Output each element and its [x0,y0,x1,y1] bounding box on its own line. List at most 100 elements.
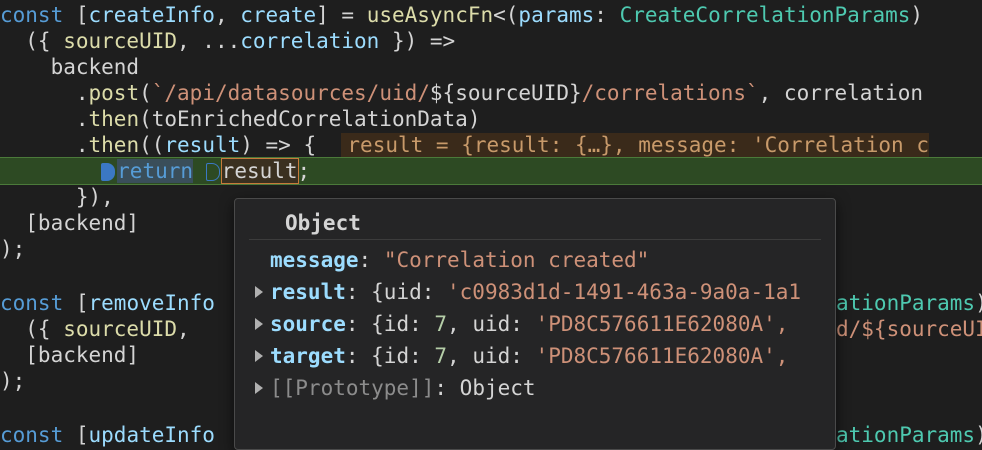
punctuation [193,159,206,183]
parameter: params [518,3,595,27]
punctuation: (( [139,133,165,157]
property-prefix: {uid: [371,280,448,304]
expand-arrow-icon[interactable] [255,286,263,298]
keyword: return [117,159,194,183]
string: /correlations` [581,81,759,105]
identifier: createInfo [88,3,215,27]
punctuation: ); [0,369,26,393]
code-line: ({ sourceUID, ...correlation }) => [0,28,982,54]
punctuation: ) => { [240,133,342,157]
keyword: const [0,291,64,315]
tooltip-row-source[interactable]: source: {id: 7, uid: 'PD8C576611E62080A'… [255,311,835,337]
punctuation: ) [975,291,982,315]
punctuation: , ... [177,29,241,53]
breakpoint-marker-icon[interactable] [101,163,116,181]
property-key: target [270,344,346,368]
property-mid: , uid: [447,312,536,336]
property-value: 'PD8C576611E62080A', [535,312,789,336]
tooltip-row-message: message: "Correlation created" [255,247,835,273]
punctuation: ) [975,423,982,447]
tooltip-row-target[interactable]: target: {id: 7, uid: 'PD8C576611E62080A'… [255,343,835,369]
code-line: backend [0,54,982,80]
punctuation: [ [63,423,89,447]
template-expression: ${sourceUID} [429,81,582,105]
punctuation: , [177,317,203,341]
property-value: Object [459,376,536,400]
inline-breakpoint-icon[interactable] [205,163,220,181]
code-tail: d/${sourceUI [836,317,982,341]
punctuation: ) [910,3,924,27]
expand-arrow-icon[interactable] [255,350,263,362]
type-name: CreateCorrelationParams [619,3,911,27]
punctuation [0,159,101,183]
punctuation: [ [63,3,89,27]
property-value: 'c0983d1d-1491-463a-9a0a-1a1 [447,280,802,304]
punctuation: ; [297,159,311,183]
punctuation: . [0,133,89,157]
punctuation: : [345,280,372,304]
identifier: updateInfo [88,423,215,447]
tooltip-row-result[interactable]: result: {uid: 'c0983d1d-1491-463a-9a0a-1… [255,279,835,305]
dependency-array: [backend] [0,211,140,235]
punctuation: ] = [316,3,367,27]
property-value: "Correlation created" [383,248,650,272]
property-prefix: {id: [371,312,435,336]
debug-hover-tooltip[interactable]: Object message: "Correlation created" re… [234,198,836,450]
punctuation: . [0,81,89,105]
punctuation: }) => [379,29,456,53]
active-debug-line[interactable]: return result; [0,157,982,185]
identifier: removeInfo [88,291,215,315]
identifier: backend [0,55,140,79]
method-name: then [88,133,140,157]
punctuation: : [345,344,372,368]
property-value: 'PD8C576611E62080A', [535,344,789,368]
code-tail: ationParams) [836,422,982,448]
code-line: .then(toEnrichedCorrelationData) [0,106,982,132]
punctuation: : [434,376,460,400]
property-key: source [270,312,346,336]
number-value: 7 [434,344,448,368]
property-prefix: {id: [371,344,435,368]
parameter: sourceUID [63,317,178,341]
string: `/api/datasources/uid/ [151,81,430,105]
type-name: ationParams [836,291,976,315]
punctuation: ); [0,237,26,261]
parameter: sourceUID [63,29,178,53]
expand-arrow-icon[interactable] [255,382,263,394]
code-tail: ationParams) [836,290,982,316]
keyword: const [0,423,64,447]
code-line: .post(`/api/datasources/uid/${sourceUID}… [0,80,982,106]
keyword: const [0,3,64,27]
parameter: result [164,133,241,157]
punctuation: ({ [0,317,64,341]
inline-value-hint: result = {result: {…}, message: 'Correla… [341,133,929,157]
method-name: post [88,81,140,105]
property-mid: , uid: [447,344,536,368]
punctuation: ({ [0,29,64,53]
identifier: correlation [240,29,380,53]
punctuation: ( [139,81,152,105]
argument: (toEnrichedCorrelationData) [139,107,481,131]
punctuation: : [345,312,372,336]
tooltip-title: Object [285,211,361,235]
type-name: ationParams [836,423,976,447]
tooltip-row-prototype[interactable]: [[Prototype]]: Object [255,375,835,401]
property-key: [[Prototype]] [270,376,435,400]
punctuation: , [214,3,241,27]
code-line: const [createInfo, create] = useAsyncFn<… [0,2,982,28]
code-line: .then((result) => { result = {result: {…… [0,132,982,158]
tooltip-header: Object [249,209,821,240]
function-name: useAsyncFn [366,3,494,27]
punctuation: : [358,248,384,272]
punctuation: }), [0,185,114,209]
expand-arrow-icon[interactable] [255,318,263,330]
punctuation: : [594,3,620,27]
punctuation: . [0,107,89,131]
hovered-identifier[interactable]: result [220,158,299,184]
property-key: message [270,248,359,272]
identifier: create [240,3,317,27]
method-name: then [88,107,140,131]
property-key: result [270,280,346,304]
number-value: 7 [434,312,448,336]
punctuation: [ [63,291,89,315]
